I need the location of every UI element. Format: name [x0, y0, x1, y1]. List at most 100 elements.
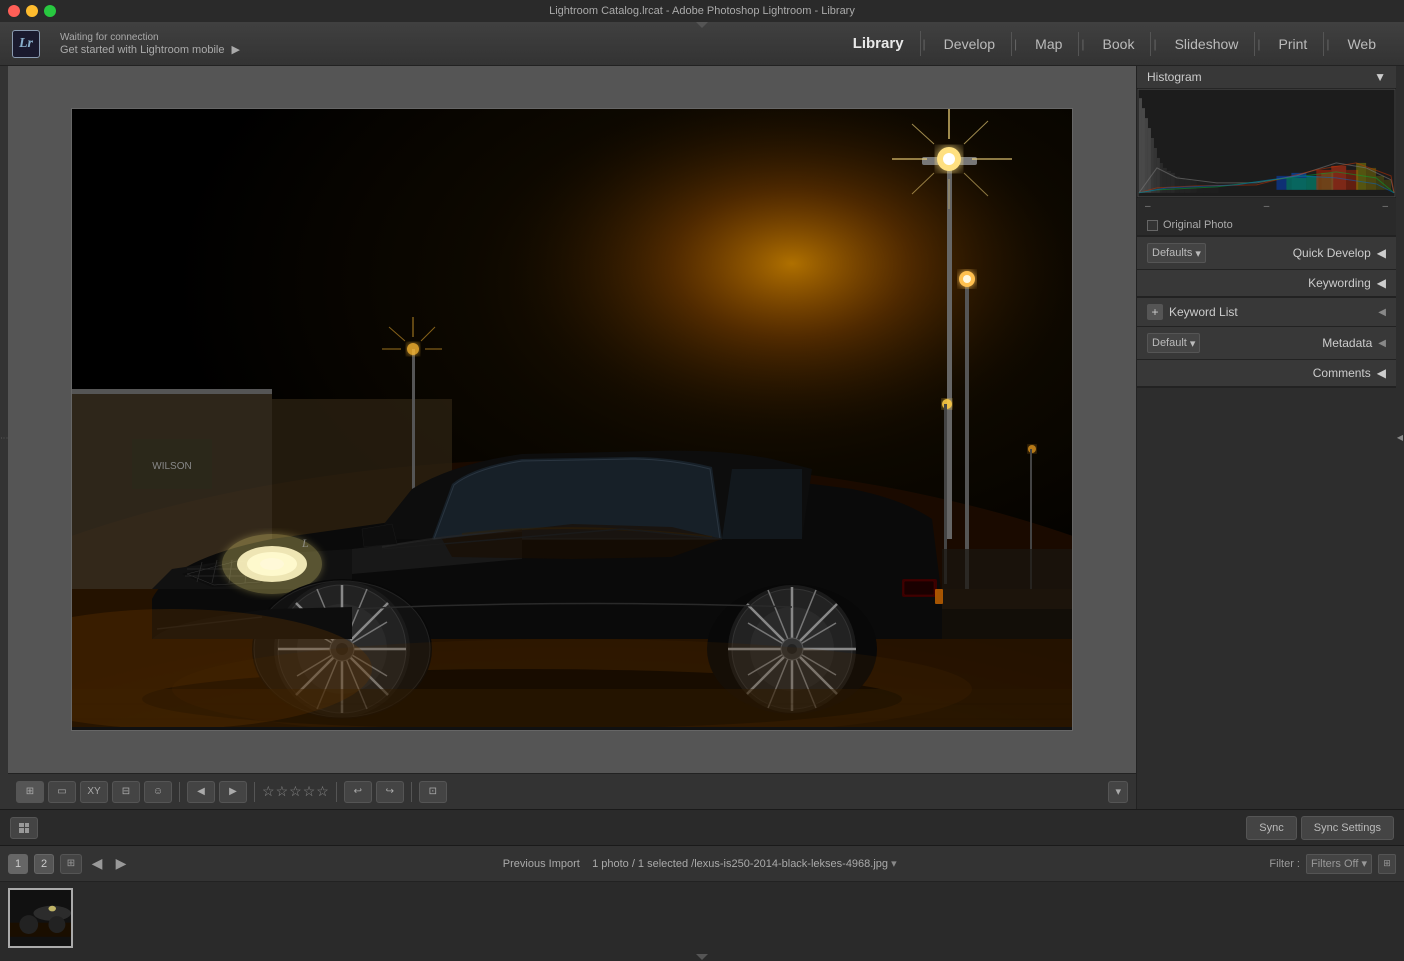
filename-dropdown[interactable]: ▾ — [891, 858, 897, 870]
comments-title: Comments — [1313, 366, 1371, 380]
histogram-controls: – – – — [1137, 198, 1396, 215]
histogram-info: – — [1264, 201, 1270, 212]
comments-header[interactable]: Comments ◀ — [1137, 360, 1396, 387]
bottom-bar: Sync Sync Settings — [0, 809, 1404, 845]
comments-section: Comments ◀ — [1137, 360, 1396, 388]
sync-settings-button[interactable]: Sync Settings — [1301, 816, 1394, 840]
center-toolbar: ⊞ ▭ XY ⊟ ☺ ◀ ▶ ☆ ☆ ☆ ☆ ☆ ↩ ↪ — [8, 773, 1136, 809]
toolbar-sep-1 — [179, 782, 180, 802]
maximize-button[interactable] — [44, 5, 56, 17]
center-panel: WILSON — [8, 66, 1136, 809]
close-button[interactable] — [8, 5, 20, 17]
defaults-dropdown[interactable]: Defaults ▾ — [1147, 243, 1206, 263]
metadata-dropdown[interactable]: Default ▾ — [1147, 333, 1200, 353]
keyword-list-collapse: ◀ — [1378, 307, 1386, 318]
metadata-collapse: ◀ — [1378, 338, 1386, 349]
toolbar-dropdown[interactable]: ▾ — [1108, 781, 1128, 803]
keyword-list-section: + Keyword List ◀ — [1137, 298, 1396, 327]
comments-collapse: ◀ — [1377, 366, 1386, 380]
filmstrip-scroll[interactable] — [0, 882, 1404, 954]
compare-view-button[interactable]: XY — [80, 781, 108, 803]
rotate-left-button[interactable]: ↩ — [344, 781, 372, 803]
prev-button[interactable]: ◀ — [187, 781, 215, 803]
traffic-lights[interactable] — [8, 5, 56, 17]
toolbar-right: ▾ — [1108, 781, 1128, 803]
star-1[interactable]: ☆ — [262, 783, 275, 800]
svg-text:L: L — [301, 536, 309, 550]
filter-dropdown[interactable]: Filters Off ▾ — [1306, 854, 1372, 874]
window-title: Lightroom Catalog.lrcat - Adobe Photosho… — [549, 5, 855, 17]
minimize-button[interactable] — [26, 5, 38, 17]
keyword-list-header[interactable]: + Keyword List ◀ — [1137, 298, 1396, 326]
star-4[interactable]: ☆ — [303, 783, 316, 800]
filmstrip-area: 1 2 ⊞ ◀ ▶ Previous Import 1 photo / 1 se… — [0, 845, 1404, 953]
grid-view-button[interactable]: ⊞ — [16, 781, 44, 803]
histogram-section: Histogram ▼ — [1137, 66, 1396, 237]
star-5[interactable]: ☆ — [316, 783, 329, 800]
filmstrip-end-button[interactable]: ⊞ — [1378, 854, 1396, 874]
lr-logo-box: Lr — [12, 30, 40, 58]
connection-status: Waiting for connection — [60, 32, 240, 43]
thumb-image — [10, 888, 71, 948]
right-panel-toggle[interactable] — [1396, 66, 1404, 809]
quick-develop-header[interactable]: Defaults ▾ Quick Develop ◀ — [1137, 237, 1396, 269]
filmstrip-grid-button[interactable]: ⊞ — [60, 854, 82, 874]
toolbar-sep-4 — [411, 782, 412, 802]
quick-develop-left: Defaults ▾ — [1147, 243, 1206, 263]
nav-slideshow[interactable]: Slideshow — [1159, 32, 1256, 56]
filter-label: Filter : — [1269, 858, 1300, 870]
nav-book[interactable]: Book — [1087, 32, 1152, 56]
left-panel-resize[interactable]: ⋮ — [0, 66, 8, 809]
keywording-header[interactable]: Keywording ◀ — [1137, 270, 1396, 297]
filmstrip-num-1[interactable]: 1 — [8, 854, 28, 874]
keyword-list-title: Keyword List — [1169, 305, 1238, 319]
nav-print[interactable]: Print — [1263, 32, 1325, 56]
nav-develop[interactable]: Develop — [928, 32, 1012, 56]
crop-button[interactable]: ⊡ — [419, 781, 447, 803]
main-image: WILSON — [71, 108, 1073, 731]
star-3[interactable]: ☆ — [289, 783, 302, 800]
original-photo-checkbox[interactable] — [1147, 220, 1158, 231]
metadata-title: Metadata — [1322, 336, 1372, 350]
nav-web[interactable]: Web — [1331, 32, 1392, 56]
original-photo-row: Original Photo — [1137, 215, 1396, 236]
histogram-svg — [1137, 88, 1396, 198]
quick-develop-section: Defaults ▾ Quick Develop ◀ — [1137, 237, 1396, 270]
filmstrip-filter: Filter : Filters Off ▾ ⊞ — [1269, 854, 1396, 874]
star-rating[interactable]: ☆ ☆ ☆ ☆ ☆ — [262, 783, 329, 800]
filmstrip-next-button[interactable]: ▶ — [112, 854, 130, 874]
metadata-header[interactable]: Default ▾ Metadata ◀ — [1137, 327, 1396, 359]
svg-text:WILSON: WILSON — [152, 461, 191, 472]
keywording-title: Keywording — [1308, 276, 1371, 290]
histogram-label: Histogram — [1147, 70, 1202, 84]
face-detect-button[interactable]: ☺ — [144, 781, 172, 803]
star-2[interactable]: ☆ — [276, 783, 289, 800]
survey-view-button[interactable]: ⊟ — [112, 781, 140, 803]
image-container: WILSON — [8, 66, 1136, 773]
metadata-section: Default ▾ Metadata ◀ — [1137, 327, 1396, 360]
right-panel: Histogram ▼ — [1136, 66, 1396, 809]
loupe-view-button[interactable]: ▭ — [48, 781, 76, 803]
shadow-clipping[interactable]: – — [1145, 201, 1151, 212]
filmstrip-thumb-1[interactable] — [8, 888, 73, 948]
rotate-right-button[interactable]: ↪ — [376, 781, 404, 803]
quick-develop-collapse: ◀ — [1377, 246, 1386, 260]
filmstrip-prev-button[interactable]: ◀ — [88, 854, 106, 874]
histogram-header[interactable]: Histogram ▼ — [1137, 66, 1396, 88]
filmstrip-num-2[interactable]: 2 — [34, 854, 54, 874]
quick-develop-title: Quick Develop — [1293, 246, 1371, 260]
add-keyword-button[interactable]: + — [1147, 304, 1163, 320]
nav-map[interactable]: Map — [1019, 32, 1079, 56]
sync-button[interactable]: Sync — [1246, 816, 1296, 840]
keywording-collapse: ◀ — [1377, 276, 1386, 290]
original-photo-label: Original Photo — [1163, 219, 1233, 231]
grid-icon-button[interactable] — [10, 817, 38, 839]
mobile-info: Waiting for connection Get started with … — [60, 32, 240, 56]
toolbar-sep-3 — [336, 782, 337, 802]
car-scene-svg: WILSON — [72, 109, 1072, 727]
highlight-clipping[interactable]: – — [1382, 201, 1388, 212]
filmstrip-bottom-arrow — [0, 953, 1404, 961]
next-button[interactable]: ▶ — [219, 781, 247, 803]
nav-library[interactable]: Library — [837, 31, 921, 56]
middle-row: ⋮ — [0, 66, 1404, 809]
